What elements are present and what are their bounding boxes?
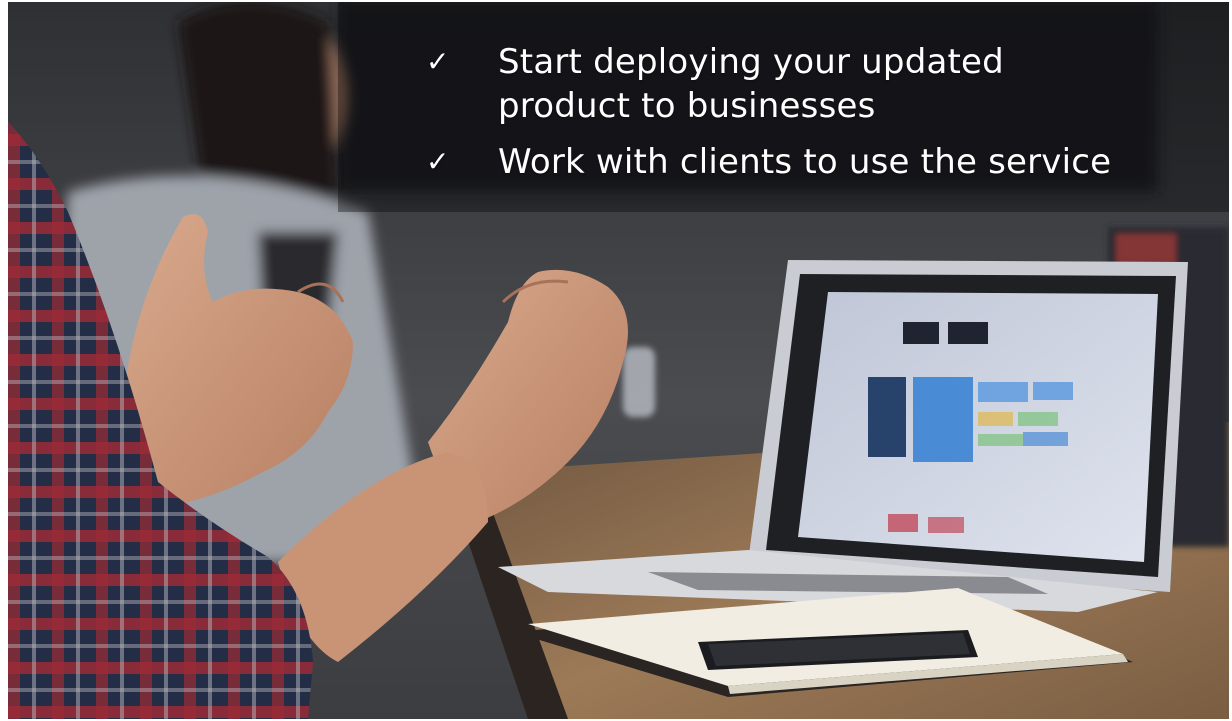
slide: ✓ Start deploying your updated product t… — [8, 2, 1229, 719]
check-icon: ✓ — [426, 45, 450, 78]
bullet-text: Work with clients to use the service — [498, 142, 1112, 182]
bullet-item: ✓ Work with clients to use the service — [420, 140, 1180, 184]
bullet-item: ✓ Start deploying your updated product t… — [420, 40, 1180, 128]
bullet-text: Start deploying your updated product to … — [498, 42, 1004, 126]
bullet-list: ✓ Start deploying your updated product t… — [420, 40, 1180, 196]
check-icon: ✓ — [426, 145, 450, 178]
